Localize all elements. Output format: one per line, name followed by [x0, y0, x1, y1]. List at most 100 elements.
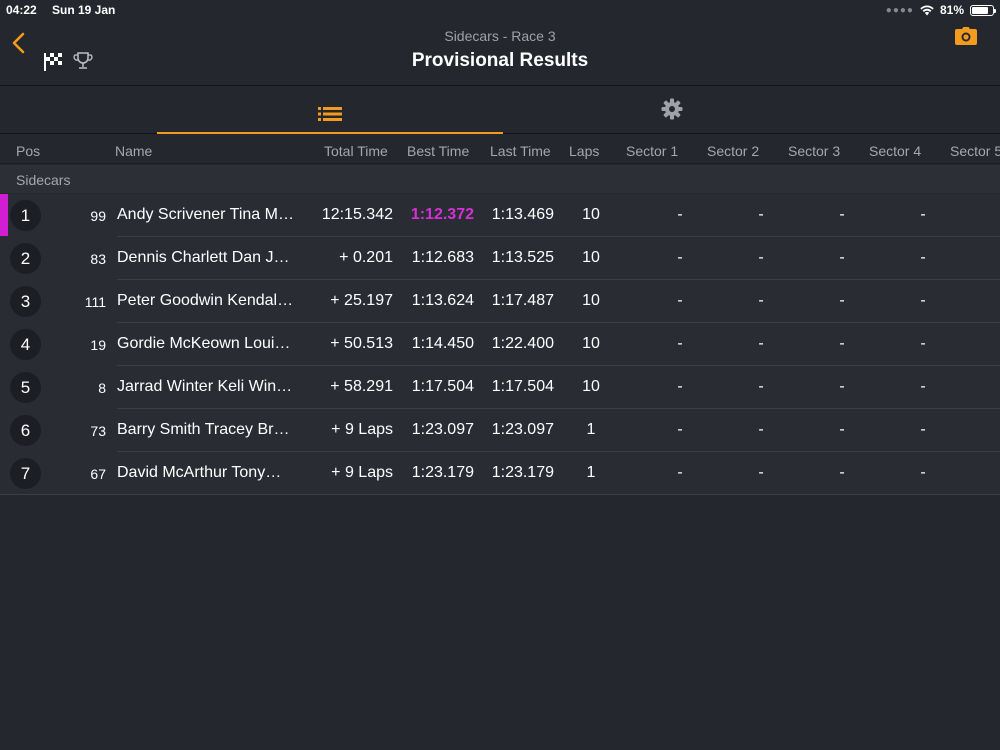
position-badge: 3 [10, 286, 41, 317]
sector-2-time: - [758, 464, 764, 481]
race-subtitle: Sidecars - Race 3 [444, 28, 556, 44]
gear-icon [661, 98, 683, 120]
result-row[interactable]: 4 19 Gordie McKeown Loui… + 50.513 1:14.450 1… [0, 323, 1000, 366]
best-time: 1:23.097 [411, 421, 474, 438]
sector-1-time: - [677, 335, 683, 352]
wifi-icon [920, 5, 934, 15]
sector-3-time: - [839, 206, 845, 223]
col-sector-3[interactable]: Sector 3 [788, 143, 840, 159]
position-badge: 5 [10, 372, 41, 403]
sector-3-time: - [839, 249, 845, 266]
best-time: 1:12.683 [411, 249, 474, 266]
position-badge: 2 [10, 243, 41, 274]
col-last-time[interactable]: Last Time [490, 143, 551, 159]
rider-number: 83 [90, 251, 106, 267]
total-time: + 25.197 [330, 292, 393, 309]
results-column-header: Pos Name Total Time Best Time Last Time … [0, 136, 1000, 164]
total-time: + 58.291 [330, 378, 393, 395]
sector-1-time: - [677, 292, 683, 309]
sector-3-time: - [839, 378, 845, 395]
laps-count: 10 [582, 249, 600, 266]
signal-icon: ●●●● [885, 4, 914, 16]
sector-2-time: - [758, 249, 764, 266]
laps-count: 1 [586, 421, 596, 438]
sector-3-time: - [839, 292, 845, 309]
last-time: 1:22.400 [491, 335, 554, 352]
list-icon [318, 107, 342, 121]
rider-number: 111 [84, 294, 106, 310]
position-badge: 7 [10, 458, 41, 489]
results-table: 1 99 Andy Scrivener Tina M… 12:15.342 1:12.3… [0, 194, 1000, 495]
result-row[interactable]: 2 83 Dennis Charlett Dan J… + 0.201 1:12.683… [0, 237, 1000, 280]
result-row[interactable]: 3 111 Peter Goodwin Kendal… + 25.197 1:13.62… [0, 280, 1000, 323]
col-laps[interactable]: Laps [569, 143, 599, 159]
col-best-time[interactable]: Best Time [407, 143, 469, 159]
sector-2-time: - [758, 206, 764, 223]
result-row[interactable]: 6 73 Barry Smith Tracey Br… + 9 Laps 1:23.09… [0, 409, 1000, 452]
laps-count: 10 [582, 378, 600, 395]
last-time: 1:17.487 [491, 292, 554, 309]
sector-3-time: - [839, 335, 845, 352]
rider-number: 8 [98, 380, 106, 396]
rider-number: 73 [90, 423, 106, 439]
rider-name: Dennis Charlett Dan J… [117, 249, 290, 266]
last-time: 1:13.525 [491, 249, 554, 266]
best-time: 1:23.179 [411, 464, 474, 481]
sector-4-time: - [920, 249, 926, 266]
last-time: 1:23.097 [491, 421, 554, 438]
sector-1-time: - [677, 206, 683, 223]
best-time: 1:17.504 [411, 378, 474, 395]
col-sector-2[interactable]: Sector 2 [707, 143, 759, 159]
rider-name: Jarrad Winter Keli Win… [117, 378, 293, 395]
position-badge: 4 [10, 329, 41, 360]
sector-1-time: - [677, 421, 683, 438]
sector-4-time: - [920, 292, 926, 309]
result-row[interactable]: 1 99 Andy Scrivener Tina M… 12:15.342 1:12.3… [0, 194, 1000, 237]
col-total-time[interactable]: Total Time [324, 143, 388, 159]
col-sector-1[interactable]: Sector 1 [626, 143, 678, 159]
sector-1-time: - [677, 249, 683, 266]
laps-count: 1 [586, 464, 596, 481]
status-date: Sun 19 Jan [52, 3, 116, 17]
sector-3-time: - [839, 421, 845, 438]
laps-count: 10 [582, 206, 600, 223]
status-bar: 04:22 Sun 19 Jan ●●●● 81% [0, 0, 1000, 20]
sector-2-time: - [758, 421, 764, 438]
col-name[interactable]: Name [115, 143, 152, 159]
best-time: 1:12.372 [410, 206, 474, 223]
sector-3-time: - [839, 464, 845, 481]
camera-button[interactable] [954, 26, 978, 46]
rider-name: Peter Goodwin Kendal… [117, 292, 294, 309]
tab-results-list[interactable] [157, 96, 503, 134]
status-indicators: ●●●● 81% [885, 3, 996, 17]
class-group-label: Sidecars [16, 172, 71, 188]
rider-number: 19 [90, 337, 106, 353]
result-row[interactable]: 7 67 David McArthur Tony… + 9 Laps 1:23.179 1… [0, 452, 1000, 495]
battery-icon [970, 4, 996, 16]
sector-2-time: - [758, 335, 764, 352]
nav-header: Sidecars - Race 3 Provisional Results [0, 20, 1000, 86]
last-time: 1:13.469 [491, 206, 554, 223]
page-title: Provisional Results [411, 50, 589, 71]
tab-settings[interactable] [503, 90, 841, 128]
sector-4-time: - [920, 421, 926, 438]
last-time: 1:17.504 [491, 378, 554, 395]
view-tabs [0, 96, 1000, 134]
sector-2-time: - [758, 378, 764, 395]
battery-level [972, 6, 989, 14]
best-time: 1:14.450 [411, 335, 474, 352]
col-pos[interactable]: Pos [16, 143, 40, 159]
total-time: + 9 Laps [331, 464, 393, 481]
rider-name: Gordie McKeown Loui… [117, 335, 291, 352]
col-sector-5[interactable]: Sector 5 [950, 143, 1000, 159]
leader-indicator [0, 194, 8, 236]
laps-count: 10 [582, 292, 600, 309]
best-time: 1:13.624 [411, 292, 474, 309]
class-group-header: Sidecars [0, 165, 1000, 193]
row-divider [0, 494, 1000, 495]
result-row[interactable]: 5 8 Jarrad Winter Keli Win… + 58.291 1:17.50… [0, 366, 1000, 409]
total-time: + 9 Laps [331, 421, 393, 438]
rider-number: 67 [90, 466, 106, 482]
col-sector-4[interactable]: Sector 4 [869, 143, 921, 159]
total-time: + 50.513 [330, 335, 393, 352]
